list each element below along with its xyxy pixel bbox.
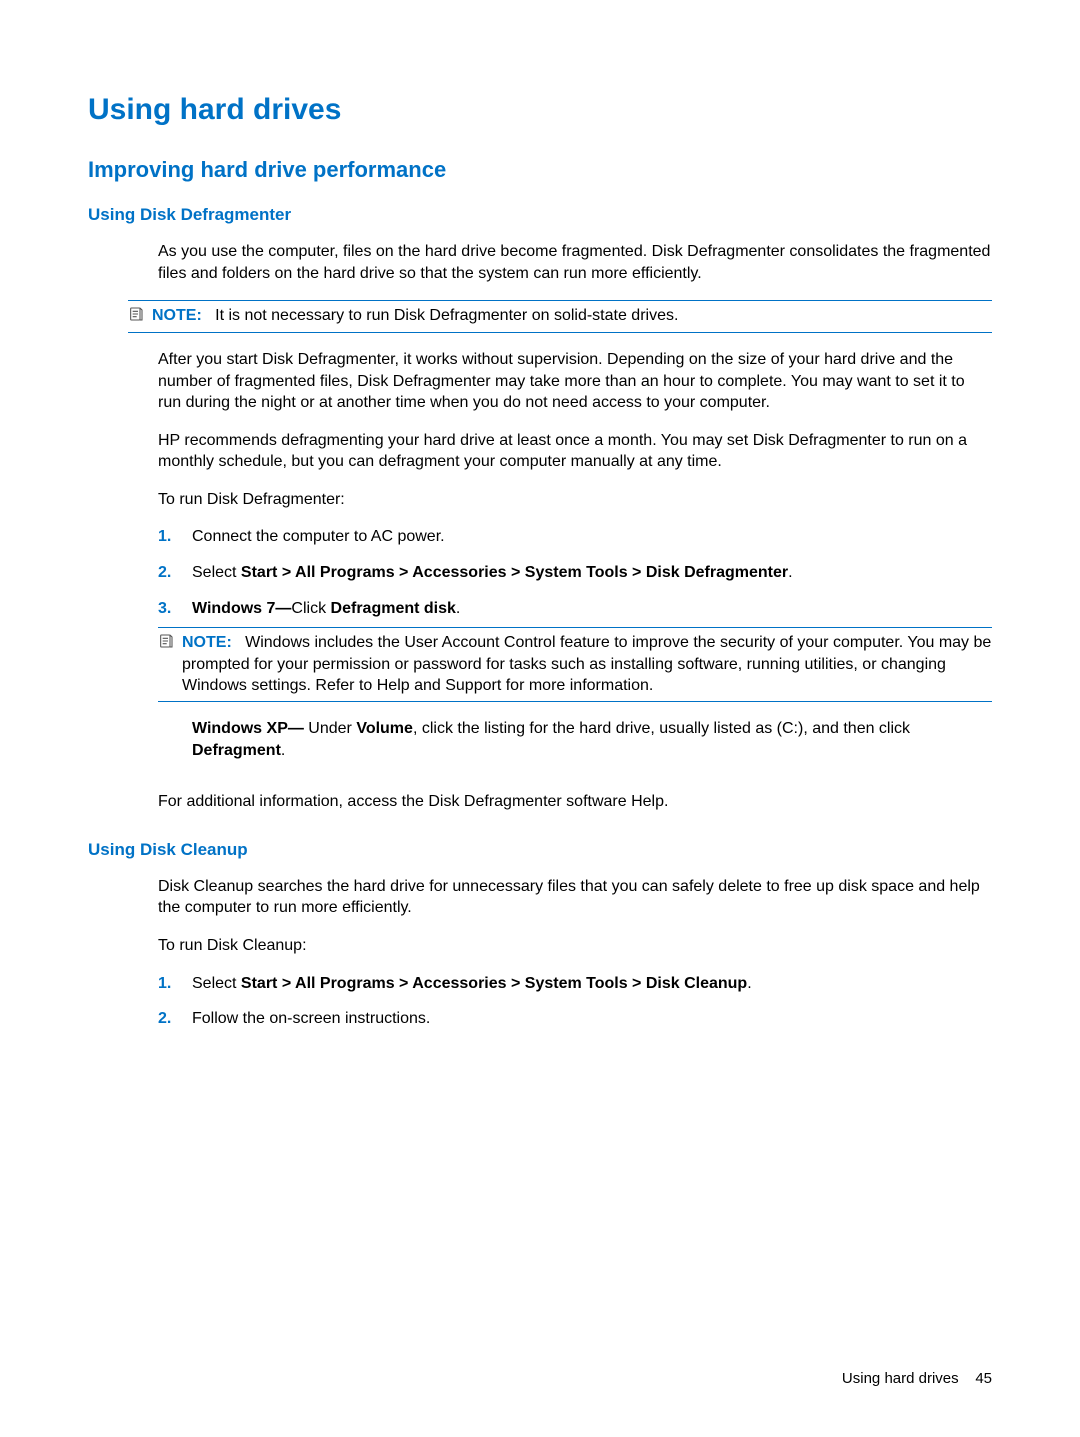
paragraph: To run Disk Defragmenter: [158, 489, 992, 511]
paragraph: HP recommends defragmenting your hard dr… [158, 430, 992, 473]
list-body: Select Start > All Programs > Accessorie… [192, 973, 992, 995]
bold-path: Start > All Programs > Accessories > Sys… [241, 564, 788, 581]
list-number: 2. [158, 562, 174, 584]
footer-text: Using hard drives [842, 1370, 959, 1387]
note-icon [128, 306, 144, 329]
list-body: Windows 7—Click Defragment disk. [192, 598, 992, 620]
subsection-heading-cleanup: Using Disk Cleanup [88, 839, 992, 862]
bold-path: Start > All Programs > Accessories > Sys… [241, 975, 747, 992]
paragraph: To run Disk Cleanup: [158, 935, 992, 957]
list-number: 1. [158, 526, 174, 548]
list-number: 2. [158, 1008, 174, 1030]
note-label: NOTE: [152, 307, 202, 324]
list-item: 2. Select Start > All Programs > Accesso… [158, 562, 992, 584]
note-body: It is not necessary to run Disk Defragme… [215, 307, 678, 324]
paragraph: Windows XP— Under Volume, click the list… [192, 718, 992, 761]
subsection-heading-defragmenter: Using Disk Defragmenter [88, 204, 992, 227]
list-body: Select Start > All Programs > Accessorie… [192, 562, 992, 584]
note-body: Windows includes the User Account Contro… [182, 634, 991, 694]
list-item: 1. Select Start > All Programs > Accesso… [158, 973, 992, 995]
page-footer: Using hard drives 45 [842, 1369, 992, 1389]
list-body: Connect the computer to AC power. [192, 526, 992, 548]
bold-action: Defragment disk [331, 600, 456, 617]
note-label: NOTE: [182, 634, 232, 651]
bold-term: Volume [356, 720, 413, 737]
list-item: 2. Follow the on-screen instructions. [158, 1008, 992, 1030]
bold-os: Windows XP— [192, 720, 304, 737]
paragraph: Disk Cleanup searches the hard drive for… [158, 876, 992, 919]
paragraph: For additional information, access the D… [158, 791, 992, 813]
list-item: 1. Connect the computer to AC power. [158, 526, 992, 548]
section-heading-improving: Improving hard drive performance [88, 155, 992, 185]
page-title: Using hard drives [88, 90, 992, 131]
note-text: NOTE: Windows includes the User Account … [182, 632, 992, 697]
bold-os: Windows 7— [192, 600, 291, 617]
page-number: 45 [975, 1370, 992, 1387]
paragraph: As you use the computer, files on the ha… [158, 241, 992, 284]
list-body: Follow the on-screen instructions. [192, 1008, 992, 1030]
note-icon [158, 633, 174, 656]
list-number: 1. [158, 973, 174, 995]
paragraph: After you start Disk Defragmenter, it wo… [158, 349, 992, 414]
bold-action: Defragment [192, 742, 281, 759]
note-text: NOTE: It is not necessary to run Disk De… [152, 305, 992, 327]
list-item: 3. Windows 7—Click Defragment disk. NOTE [158, 598, 992, 778]
